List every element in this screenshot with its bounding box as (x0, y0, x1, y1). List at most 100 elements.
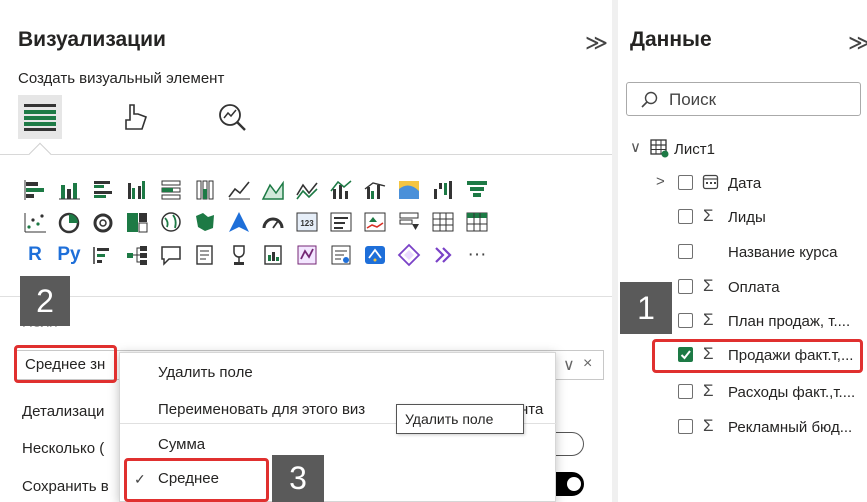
search-placeholder: Поиск (669, 90, 717, 109)
more-visuals-icon[interactable]: ··· (460, 238, 494, 271)
table-icon[interactable] (426, 205, 460, 238)
stacked-area-icon[interactable] (290, 172, 324, 205)
azure-map-icon[interactable] (222, 205, 256, 238)
funnel-icon[interactable] (460, 172, 494, 205)
menu-item-rename-text: Переименовать для этого виз (158, 401, 366, 418)
field-checkbox-leads[interactable] (678, 209, 693, 224)
map-icon[interactable] (154, 205, 188, 238)
highlight-field-well (14, 345, 117, 383)
field-label-leads[interactable]: Лиды (728, 209, 766, 226)
sigma-icon: Σ (703, 310, 714, 329)
collapse-visualizations-icon[interactable]: ≫ (585, 32, 608, 54)
clustered-bar-icon[interactable] (86, 172, 120, 205)
visualizations-title: Визуализации (18, 28, 166, 51)
format-visual-button[interactable] (114, 95, 158, 139)
key-influencers-icon[interactable] (86, 238, 120, 271)
stacked-column-icon[interactable] (52, 172, 86, 205)
power-automate-icon[interactable] (324, 238, 358, 271)
sigma-icon: Σ (703, 381, 714, 400)
toggle-knob (567, 477, 581, 491)
bar-100-icon[interactable] (154, 172, 188, 205)
field-checkbox-ad-budget[interactable] (678, 419, 693, 434)
mode-separator (0, 154, 612, 155)
power-apps-icon[interactable] (290, 238, 324, 271)
filled-map-icon[interactable] (188, 205, 222, 238)
callout-1: 1 (620, 282, 672, 334)
data-title: Данные (630, 28, 712, 51)
card-icon[interactable]: 123 (290, 205, 324, 238)
sigma-icon: Σ (703, 416, 714, 435)
callout-2: 2 (20, 276, 70, 326)
sigma-icon: Σ (703, 206, 714, 225)
gauge-icon[interactable] (256, 205, 290, 238)
build-visual-subtitle: Создать визуальный элемент (18, 70, 225, 87)
calendar-icon (702, 174, 719, 190)
r-visual-icon[interactable]: R (18, 238, 52, 271)
area-chart-icon[interactable] (256, 172, 290, 205)
field-checkbox-course-name[interactable] (678, 244, 693, 259)
analytics-button[interactable] (210, 95, 254, 139)
matrix-icon[interactable] (460, 205, 494, 238)
tree-table-lист1[interactable]: ∨ (630, 138, 641, 156)
field-remove-icon[interactable]: × (583, 355, 592, 373)
field-checkbox-date[interactable] (678, 175, 693, 190)
line-clustered-icon[interactable] (358, 172, 392, 205)
qa-icon[interactable] (154, 238, 188, 271)
field-label-date[interactable]: Дата (728, 175, 761, 192)
treemap-icon[interactable] (120, 205, 154, 238)
ai-diamond-icon[interactable] (392, 238, 426, 271)
metrics-icon[interactable] (222, 238, 256, 271)
field-chevron-icon[interactable]: ∨ (563, 355, 575, 375)
kpi-icon[interactable] (358, 205, 392, 238)
table-build-icon (24, 104, 56, 131)
field-label-payment[interactable]: Оплата (728, 279, 780, 296)
chevron-visual-icon[interactable] (426, 238, 460, 271)
ribbon-chart-icon[interactable] (392, 172, 426, 205)
donut-icon[interactable] (86, 205, 120, 238)
narrative-icon[interactable] (188, 238, 222, 271)
collapse-data-icon[interactable]: ≫ (848, 32, 867, 54)
paginated-report-icon[interactable] (256, 238, 290, 271)
field-label-ad-budget[interactable]: Рекламный бюд... (728, 419, 852, 436)
search-field[interactable]: Поиск (626, 82, 861, 116)
sigma-icon: Σ (703, 276, 714, 295)
clustered-column-icon[interactable] (120, 172, 154, 205)
pie-icon[interactable] (52, 205, 86, 238)
field-label-sales-plan[interactable]: План продаж, т.... (728, 313, 850, 330)
callout-3: 3 (272, 455, 324, 502)
build-visual-button[interactable] (18, 95, 62, 139)
scatter-icon[interactable] (18, 205, 52, 238)
highlight-sales-fact (652, 339, 863, 373)
search-icon (641, 91, 658, 108)
paintbrush-icon (125, 104, 148, 130)
line-chart-icon[interactable] (222, 172, 256, 205)
field-checkbox-sales-plan[interactable] (678, 313, 693, 328)
menu-item-sum[interactable]: Сумма (158, 436, 205, 453)
column-100-icon[interactable] (188, 172, 222, 205)
multi-row-card-icon[interactable] (324, 205, 358, 238)
menu-item-rename[interactable]: Переименовать для этого виз _ (158, 401, 378, 418)
data-pane: Данные ≫ Поиск ∨ Лист1 > Дата Σ Лиды Наз… (618, 0, 867, 502)
cross-report-label: Несколько ( (22, 440, 105, 457)
field-label-expenses-fact[interactable]: Расходы факт.,т.... (728, 384, 855, 401)
field-checkbox-payment[interactable] (678, 279, 693, 294)
field-label-course-name[interactable]: Название курса (728, 244, 837, 261)
gallery-separator (0, 296, 612, 297)
table-icon (650, 139, 669, 158)
line-column-icon[interactable] (324, 172, 358, 205)
stacked-bar-icon[interactable] (18, 172, 52, 205)
smart-narrative-icon[interactable] (358, 238, 392, 271)
field-checkbox-expenses-fact[interactable] (678, 384, 693, 399)
highlight-average (124, 458, 269, 502)
mode-caret (28, 142, 52, 166)
expand-open-icon[interactable]: ∨ (630, 139, 641, 156)
decomposition-tree-icon[interactable] (120, 238, 154, 271)
expand-closed-icon[interactable]: > (656, 173, 665, 190)
svg-text:123: 123 (300, 219, 314, 228)
keep-filters-label: Сохранить в (22, 478, 109, 495)
slicer-icon[interactable] (392, 205, 426, 238)
menu-item-remove-field[interactable]: Удалить поле (158, 364, 253, 381)
python-visual-icon[interactable]: Py (52, 238, 86, 271)
table-name: Лист1 (674, 141, 715, 158)
waterfall-icon[interactable] (426, 172, 460, 205)
